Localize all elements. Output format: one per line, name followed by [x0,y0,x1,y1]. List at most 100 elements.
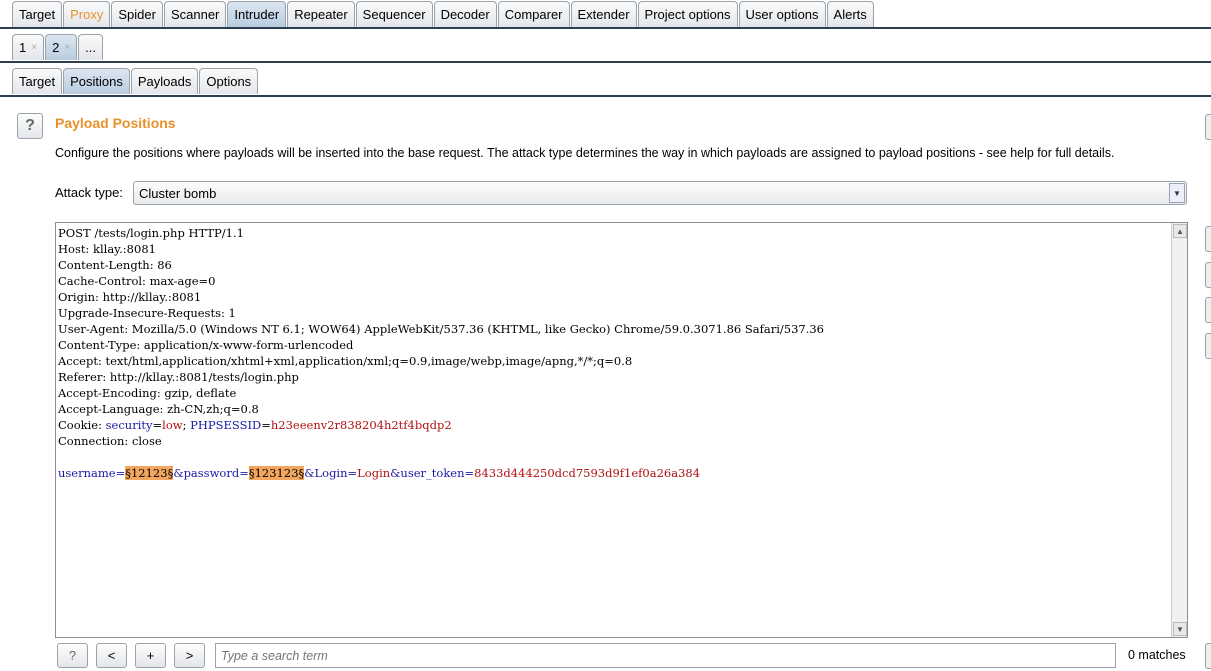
request-segment: Referer: http://kllay.:8081/tests/login.… [58,370,299,384]
request-segment: Connection: close [58,434,162,448]
add-marker-button[interactable] [1205,226,1211,252]
tab-label: User options [745,7,819,22]
tab-project-options[interactable]: Project options [637,1,738,27]
tab-label: Comparer [504,7,563,22]
request-segment: Origin: http://kllay.:8081 [58,290,202,304]
request-segment: ; [182,418,191,432]
tab-scanner[interactable]: Scanner [163,1,227,27]
tab-sequencer[interactable]: Sequencer [355,1,433,27]
request-segment: username [58,466,116,480]
payload-marker: §123123§ [248,466,305,480]
tab-comparer[interactable]: Comparer [497,1,570,27]
payload-marker: §12123§ [125,466,174,480]
tab-label: Sequencer [362,7,426,22]
attack-tab-2[interactable]: 2 × [45,34,78,60]
search-help-button[interactable]: ? [57,643,88,668]
request-line [58,449,824,465]
tab-label: 2 [52,40,60,55]
tab-extender[interactable]: Extender [570,1,637,27]
request-segment: Cookie: [58,418,106,432]
tab-label: Repeater [294,7,348,22]
tab-spider[interactable]: Spider [111,1,163,27]
tab-label: Target [19,7,56,22]
tab-label: Project options [644,7,731,22]
request-editor[interactable]: POST /tests/login.php HTTP/1.1 Host: klla… [55,222,1188,638]
help-button[interactable]: ? [17,113,43,139]
request-segment: Accept-Encoding: gzip, deflate [58,386,237,400]
tab-proxy[interactable]: Proxy [63,1,111,27]
attack-type-select[interactable]: Cluster bomb ▼ [133,181,1187,205]
tab-alerts[interactable]: Alerts [826,1,874,27]
request-segment: Host: kllay.:8081 [58,242,156,256]
request-segment: User-Agent: Mozilla/5.0 (Windows NT 6.1;… [58,322,824,336]
request-segment: &password= [173,466,249,480]
request-segment: = [261,418,271,432]
chevron-down-icon[interactable]: ▼ [1169,183,1185,203]
attack-tab--[interactable]: ... [78,34,103,60]
request-line: Accept: text/html,application/xhtml+xml,… [58,353,824,369]
request-line: Accept-Encoding: gzip, deflate [58,385,824,401]
tab-decoder[interactable]: Decoder [433,1,497,27]
request-segment: &Login [304,466,348,480]
request-text: POST /tests/login.php HTTP/1.1 Host: klla… [58,225,824,481]
auto-marker-button[interactable] [1205,297,1211,323]
tab-label: Spider [118,7,156,22]
tab-label: 1 [19,40,27,55]
request-line: username = §12123§&password=§123123§&Login… [58,465,824,481]
attack-tab-1[interactable]: 1 × [12,34,45,60]
close-icon[interactable]: × [31,42,37,53]
search-add-button[interactable]: + [135,643,166,668]
request-segment: low [162,418,183,432]
tab-label: Intruder [234,7,280,22]
tab-label: Options [206,74,252,89]
request-line: Connection: close [58,433,824,449]
request-segment: security [105,418,153,432]
request-segment: Content-Length: 86 [58,258,172,272]
tab-label: Positions [70,74,123,89]
request-segment: PHPSESSID [190,418,262,432]
refresh-button[interactable] [1205,333,1211,359]
request-line: Host: kllay.:8081 [58,241,824,257]
search-input[interactable] [215,643,1116,668]
request-segment: Accept: text/html,application/xhtml+xml,… [58,354,633,368]
request-line: Referer: http://kllay.:8081/tests/login.… [58,369,824,385]
section-description: Configure the positions where payloads w… [55,146,1115,160]
tab-target[interactable]: Target [12,1,63,27]
side-button[interactable] [1205,114,1211,140]
side-button[interactable] [1205,643,1211,669]
request-segment: Upgrade-Insecure-Requests: 1 [58,306,236,320]
sub-tabs: Target Positions Payloads Options [0,68,1211,97]
request-segment: POST /tests/login.php HTTP/1.1 [58,226,244,240]
clear-marker-button[interactable] [1205,262,1211,288]
tab-label: Decoder [440,7,490,22]
search-prev-button[interactable]: < [96,643,127,668]
scroll-down-icon[interactable]: ▼ [1173,622,1187,636]
tab-label: Target [19,74,56,89]
subtab-options[interactable]: Options [199,68,259,94]
search-next-button[interactable]: > [174,643,205,668]
tab-label: Scanner [170,7,220,22]
subtab-payloads[interactable]: Payloads [130,68,199,94]
tab-repeater[interactable]: Repeater [287,1,355,27]
match-count: 0 matches [1128,648,1186,662]
request-line: Upgrade-Insecure-Requests: 1 [58,305,824,321]
tab-intruder[interactable]: Intruder [227,1,287,27]
request-segment [58,450,62,464]
close-icon[interactable]: × [64,42,70,53]
tab-label: ... [85,40,96,55]
scrollbar[interactable]: ▲ ▼ [1171,223,1187,637]
request-segment: h23eeenv2r838204h2tf4bqdp2 [270,418,452,432]
request-segment: Content-Type: application/x-www-form-url… [58,338,354,352]
scroll-up-icon[interactable]: ▲ [1173,224,1187,238]
subtab-positions[interactable]: Positions [63,68,130,94]
request-segment: = [347,466,358,480]
request-line: Content-Type: application/x-www-form-url… [58,337,824,353]
tab-user-options[interactable]: User options [738,1,826,27]
request-segment: Cache-Control: max-age=0 [58,274,216,288]
request-segment: &user_token [390,466,465,480]
request-line: Cookie: security=low; PHPSESSID=h23eeenv… [58,417,824,433]
subtab-target[interactable]: Target [12,68,63,94]
attack-type-value: Cluster bomb [139,186,217,201]
tab-label: Proxy [70,7,104,22]
request-line: Accept-Language: zh-CN,zh;q=0.8 [58,401,824,417]
